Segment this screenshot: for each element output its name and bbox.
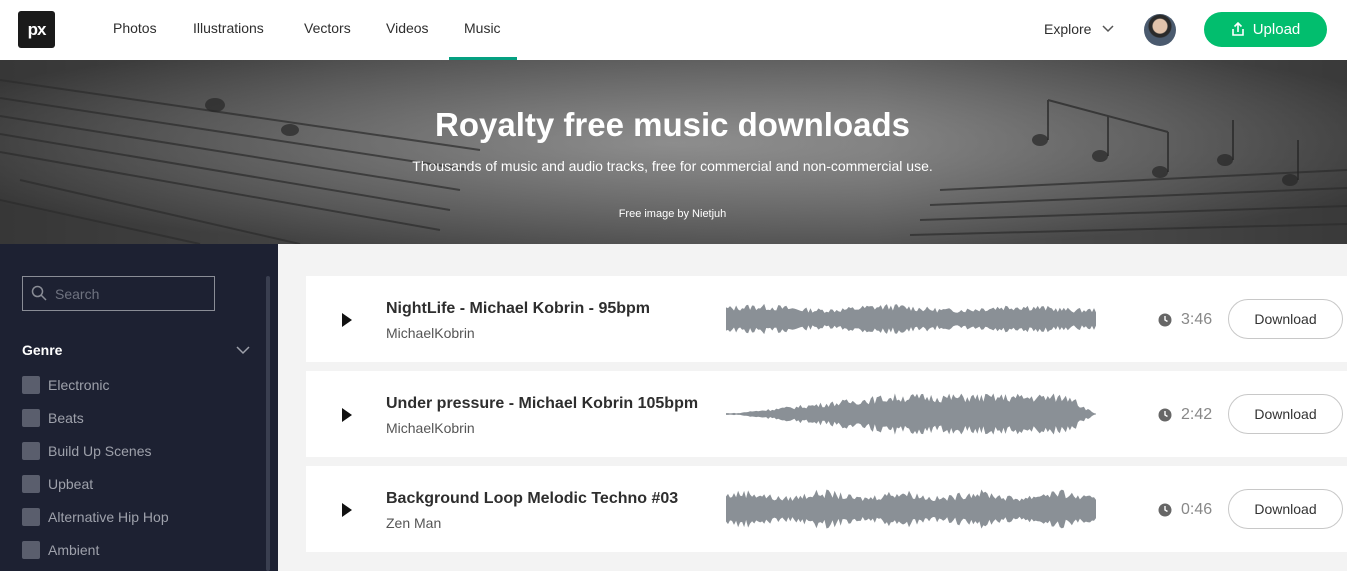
genre-label: Build Up Scenes [48,443,152,459]
search-input[interactable] [53,283,207,305]
download-button[interactable]: Download [1228,489,1343,529]
genre-label: Ambient [48,542,100,558]
genre-label: Electronic [48,377,110,393]
genre-checkbox[interactable] [22,409,40,427]
track-duration: 3:46 [1181,311,1213,328]
download-button[interactable]: Download [1228,394,1343,434]
waveform-shape [726,489,1096,529]
track-title[interactable]: Background Loop Melodic Techno #03 [386,490,678,508]
genre-checkbox[interactable] [22,376,40,394]
search-icon [31,285,47,301]
upload-label: Upload [1252,21,1301,38]
upload-icon [1231,22,1244,36]
hero-subtitle: Thousands of music and audio tracks, fre… [412,158,933,174]
play-icon[interactable] [342,408,352,422]
waveform[interactable] [726,296,1096,342]
track-title[interactable]: Under pressure - Michael Kobrin 105bpm [386,395,698,413]
clock-icon [1158,313,1172,327]
genre-item-ambient[interactable]: Ambient [22,541,99,559]
nav-vectors[interactable]: Vectors [304,20,351,36]
upload-button[interactable]: Upload [1204,12,1327,47]
hero-title: Royalty free music downloads [435,106,910,143]
genre-checkbox[interactable] [22,541,40,559]
genre-label: Alternative Hip Hop [48,509,169,525]
avatar[interactable] [1144,14,1176,46]
nav-videos[interactable]: Videos [386,20,429,36]
nav-illustrations[interactable]: Illustrations [193,20,264,36]
sidebar-scrollbar[interactable] [266,276,270,571]
track-duration: 2:42 [1181,406,1213,423]
nav-music[interactable]: Music [464,20,501,36]
track-row: Background Loop Melodic Techno #03 Zen M… [306,466,1347,552]
logo[interactable]: px [18,11,55,48]
track-artist[interactable]: MichaelKobrin [386,420,475,436]
genre-checkbox[interactable] [22,508,40,526]
track-artist[interactable]: MichaelKobrin [386,325,475,341]
genre-checkbox[interactable] [22,442,40,460]
hero-banner: Royalty free music downloads Thousands o… [0,60,1347,244]
clock-icon [1158,408,1172,422]
track-row: NightLife - Michael Kobrin - 95bpm Micha… [306,276,1347,362]
play-icon[interactable] [342,313,352,327]
chevron-down-icon[interactable] [1102,24,1114,34]
track-row: Under pressure - Michael Kobrin 105bpm M… [306,371,1347,457]
waveform-shape [726,393,1096,435]
download-button[interactable]: Download [1228,299,1343,339]
chevron-down-icon[interactable] [236,345,250,355]
image-credit[interactable]: Free image by Nietjuh [0,208,1345,220]
nav-photos[interactable]: Photos [113,20,157,36]
genre-item-upbeat[interactable]: Upbeat [22,475,93,493]
genre-checkbox[interactable] [22,475,40,493]
genre-label: Beats [48,410,84,426]
track-title[interactable]: NightLife - Michael Kobrin - 95bpm [386,300,650,318]
track-duration: 0:46 [1181,501,1213,518]
waveform-shape [726,303,1096,335]
waveform[interactable] [726,486,1096,532]
genre-heading[interactable]: Genre [22,342,62,358]
top-navbar: px Photos Illustrations Vectors Videos M… [0,0,1347,60]
track-artist[interactable]: Zen Man [386,515,441,531]
genre-item-electronic[interactable]: Electronic [22,376,109,394]
search-field[interactable] [22,276,215,311]
genre-item-build-up-scenes[interactable]: Build Up Scenes [22,442,152,460]
genre-item-alternative-hip-hop[interactable]: Alternative Hip Hop [22,508,169,526]
explore-menu[interactable]: Explore [1044,21,1091,37]
genre-item-beats[interactable]: Beats [22,409,84,427]
waveform[interactable] [726,391,1096,437]
genre-label: Upbeat [48,476,94,492]
clock-icon [1158,503,1172,517]
play-icon[interactable] [342,503,352,517]
